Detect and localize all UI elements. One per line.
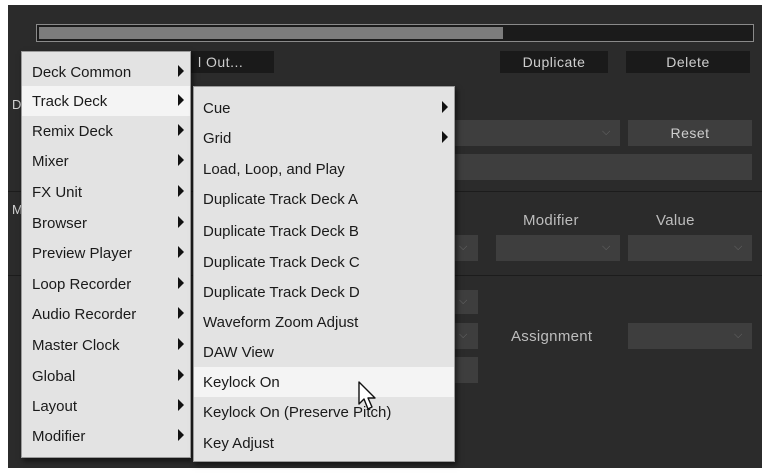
submenu-arrow-icon	[178, 338, 184, 350]
menu-item-label: Load, Loop, and Play	[203, 160, 345, 178]
submenu-arrow-icon	[178, 185, 184, 197]
menu-item-remix-deck[interactable]: Remix Deck	[22, 116, 190, 146]
menu-item-master-clock[interactable]: Master Clock	[22, 330, 190, 360]
menu-item-label: Waveform Zoom Adjust	[203, 313, 359, 331]
menu-item-label: Track Deck	[32, 92, 108, 110]
menu-item-label: Modifier	[32, 427, 86, 445]
menu-item-global[interactable]: Global	[22, 361, 190, 391]
reset-button[interactable]: Reset	[628, 120, 752, 146]
control-type-select[interactable]	[448, 120, 620, 146]
track-deck-submenu: Cue Grid Load, Loop, and Play Duplicate Tra…	[193, 86, 455, 462]
menu-item-label: Mixer	[32, 152, 69, 170]
menu-item-label: Browser	[32, 214, 88, 232]
duplicate-button[interactable]: Duplicate	[500, 51, 608, 73]
submenu-arrow-icon	[178, 124, 184, 136]
submenu-arrow-icon	[178, 277, 184, 289]
level-bar	[36, 24, 754, 42]
chevron-down-icon: ⌵	[459, 241, 468, 253]
menu-item-label: Duplicate Track Deck A	[203, 190, 359, 208]
submenu-arrow-icon	[178, 94, 184, 106]
submenu-arrow-icon	[178, 369, 184, 381]
menu-item-key-adjust[interactable]: Key Adjust	[194, 428, 454, 458]
menu-item-keylock-on-preserve-pitch[interactable]: Keylock On (Preserve Pitch)	[194, 397, 454, 427]
menu-item-label: FX Unit	[32, 183, 83, 201]
chevron-down-icon: ⌵	[734, 329, 743, 341]
menu-item-label: Preview Player	[32, 244, 133, 262]
menu-item-load-loop-and-play[interactable]: Load, Loop, and Play	[194, 154, 454, 184]
menu-item-preview-player[interactable]: Preview Player	[22, 238, 190, 268]
modifier-header: Modifier	[523, 212, 579, 229]
menu-item-audio-recorder[interactable]: Audio Recorder	[22, 299, 190, 329]
comment-field[interactable]	[448, 154, 752, 180]
menu-item-duplicate-track-deck-b[interactable]: Duplicate Track Deck B	[194, 216, 454, 246]
menu-item-modifier[interactable]: Modifier	[22, 421, 190, 451]
menu-item-browser[interactable]: Browser	[22, 208, 190, 238]
menu-item-mixer[interactable]: Mixer	[22, 146, 190, 176]
submenu-arrow-icon	[442, 101, 448, 113]
menu-item-label: Audio Recorder	[32, 305, 137, 323]
chevron-down-icon: ⌵	[602, 126, 611, 138]
menu-item-deck-common[interactable]: Deck Common	[22, 57, 190, 87]
menu-item-label: Duplicate Track Deck C	[203, 253, 360, 271]
chevron-down-icon: ⌵	[734, 241, 743, 253]
menu-item-duplicate-track-deck-a[interactable]: Duplicate Track Deck A	[194, 184, 454, 214]
menu-item-label: Global	[32, 367, 76, 385]
delete-button[interactable]: Delete	[626, 51, 750, 73]
submenu-arrow-icon	[178, 429, 184, 441]
menu-item-label: Duplicate Track Deck D	[203, 283, 360, 301]
menu-item-cue[interactable]: Cue	[194, 93, 454, 123]
menu-item-label: DAW View	[203, 343, 274, 361]
menu-item-label: Grid	[203, 129, 232, 147]
submenu-arrow-icon	[178, 216, 184, 228]
menu-item-label: Key Adjust	[203, 434, 274, 452]
menu-item-fx-unit[interactable]: FX Unit	[22, 177, 190, 207]
menu-item-duplicate-track-deck-c[interactable]: Duplicate Track Deck C	[194, 247, 454, 277]
menu-item-label: Master Clock	[32, 336, 120, 354]
chevron-down-icon: ⌵	[602, 241, 611, 253]
submenu-arrow-icon	[178, 65, 184, 77]
menu-item-waveform-zoom-adjust[interactable]: Waveform Zoom Adjust	[194, 307, 454, 337]
value-header: Value	[656, 212, 695, 229]
chevron-down-icon: ⌵	[459, 329, 468, 341]
submenu-arrow-icon	[178, 307, 184, 319]
menu-item-label: Duplicate Track Deck B	[203, 222, 359, 240]
submenu-arrow-icon	[178, 154, 184, 166]
menu-item-label: Loop Recorder	[32, 275, 132, 293]
map-out-button[interactable]: l Out...	[188, 51, 274, 73]
menu-item-label: Remix Deck	[32, 122, 113, 140]
add-in-menu: Deck Common Track Deck Remix Deck Mixer FX U…	[21, 51, 191, 458]
level-bar-fill	[39, 27, 504, 39]
assignment-label: Assignment	[511, 328, 593, 345]
menu-item-daw-view[interactable]: DAW View	[194, 337, 454, 367]
menu-item-loop-recorder[interactable]: Loop Recorder	[22, 269, 190, 299]
submenu-arrow-icon	[178, 246, 184, 258]
chevron-down-icon: ⌵	[459, 295, 468, 307]
submenu-arrow-icon	[442, 131, 448, 143]
submenu-arrow-icon	[178, 399, 184, 411]
menu-item-label: Keylock On	[203, 373, 280, 391]
menu-item-keylock-on[interactable]: Keylock On	[194, 367, 454, 397]
menu-item-track-deck[interactable]: Track Deck	[22, 86, 190, 116]
menu-item-label: Cue	[203, 99, 231, 117]
menu-item-grid[interactable]: Grid	[194, 123, 454, 153]
menu-item-duplicate-track-deck-d[interactable]: Duplicate Track Deck D	[194, 277, 454, 307]
menu-item-label: Layout	[32, 397, 78, 415]
menu-item-label: Deck Common	[32, 63, 132, 81]
menu-item-layout[interactable]: Layout	[22, 391, 190, 421]
mouse-pointer-icon	[358, 381, 376, 410]
